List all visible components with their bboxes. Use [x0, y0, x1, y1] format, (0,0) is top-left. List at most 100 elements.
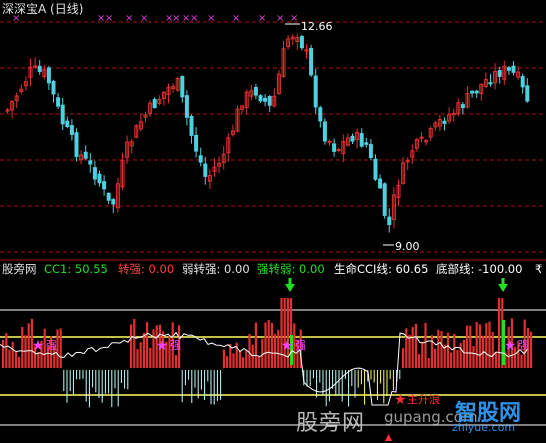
histogram-bar	[21, 326, 24, 368]
down-arrow-stem	[501, 278, 505, 285]
histogram-bar	[421, 341, 424, 368]
histogram-bar	[414, 323, 417, 368]
histogram-bar	[142, 332, 145, 368]
candle-body	[263, 97, 268, 102]
qiang-label: 强	[518, 339, 529, 352]
histogram-bar	[440, 331, 443, 368]
histogram-bar	[8, 349, 11, 368]
candle-body	[497, 70, 502, 77]
histogram-bar	[446, 332, 449, 368]
histogram-bar	[174, 355, 177, 368]
histogram-bar	[264, 322, 267, 368]
histogram-bar	[267, 319, 270, 368]
histogram-bar	[2, 340, 5, 368]
candle-body	[180, 76, 185, 98]
histogram-bar	[405, 328, 408, 368]
star-icon: ★	[156, 338, 169, 354]
signal-x-marker: ×	[258, 13, 266, 24]
histogram-bar	[402, 348, 405, 368]
candle-body	[74, 132, 79, 157]
candle-body	[65, 120, 70, 128]
low-price-label: 9.00	[395, 240, 420, 253]
candle-body	[102, 181, 107, 190]
down-arrow-icon	[285, 284, 295, 292]
signal-x-marker: ×	[207, 13, 215, 24]
histogram-bar	[226, 356, 229, 368]
star-icon: ★	[281, 338, 294, 354]
candle-body	[83, 151, 88, 159]
indicator-bar: 股旁网 CC1: 50.55 转强: 0.00 弱转强: 0.00 强转弱: 0…	[0, 262, 546, 276]
candle-body	[382, 183, 387, 216]
histogram-bar	[430, 335, 433, 368]
histogram-bar	[59, 328, 62, 368]
star-icon: ★	[32, 338, 45, 354]
more-indicator[interactable]: ₹	[535, 262, 542, 276]
histogram-bar	[146, 322, 149, 368]
histogram-bar	[411, 327, 414, 368]
cc1-value: CC1: 50.55	[44, 262, 108, 276]
candle-body	[258, 95, 263, 102]
histogram-bar	[270, 322, 273, 368]
histogram-bar	[130, 324, 133, 368]
candle-body	[37, 65, 42, 73]
histogram-bar	[462, 339, 465, 368]
histogram-bar	[283, 298, 286, 368]
histogram-bar	[491, 332, 494, 368]
histogram-bar	[494, 352, 497, 368]
candle-body	[474, 90, 479, 94]
zhuanqiang-value: 转强: 0.00	[118, 262, 175, 276]
watermark-zhiyue: zhiyue.com	[452, 421, 516, 434]
chart-canvas: × × × × × ×× × × × × × × ×12.669.00★ 强 ★ 强 ★ 强 ★ 强★ 主升浪	[0, 13, 546, 441]
red-star-icon: ★	[394, 392, 407, 408]
histogram-bar	[450, 352, 453, 368]
histogram-bar	[277, 329, 280, 368]
histogram-bar	[459, 343, 462, 368]
qiangzhuanruo-value: 强转弱: 0.00	[257, 262, 325, 276]
candle-body	[520, 76, 525, 88]
candle-body	[60, 104, 65, 125]
candle-body	[189, 116, 194, 136]
histogram-bar	[232, 353, 235, 368]
histogram-bar	[238, 351, 241, 368]
candle-body	[309, 47, 314, 76]
candle-body	[106, 192, 111, 201]
down-arrow-icon	[498, 284, 508, 292]
histogram-bar	[5, 333, 8, 368]
ruozhuanqiang-value: 弱转强: 0.00	[182, 262, 250, 276]
histogram-bar	[248, 333, 251, 368]
candle-body	[387, 216, 392, 226]
histogram-bar	[456, 350, 459, 368]
qiang-label: 强	[295, 339, 306, 352]
high-price-label: 12.66	[301, 20, 333, 33]
histogram-bar	[466, 325, 469, 368]
candle-body	[506, 67, 511, 71]
histogram-bar	[520, 354, 523, 368]
signal-x-marker: ×	[140, 13, 148, 24]
candle-body	[313, 75, 318, 108]
candle-body	[460, 104, 465, 109]
up-arrow-icon	[385, 434, 392, 441]
histogram-bar	[11, 341, 14, 368]
candle-body	[322, 121, 327, 142]
histogram-bar	[437, 329, 440, 368]
down-arrow-stem	[288, 278, 292, 285]
candle-body	[511, 65, 516, 73]
histogram-bar	[475, 322, 478, 368]
candle-body	[51, 80, 56, 95]
histogram-bar	[139, 342, 142, 368]
candle-body	[69, 125, 74, 135]
histogram-bar	[434, 348, 437, 368]
candle-body	[364, 142, 369, 145]
qiang-label: 强	[46, 339, 57, 352]
histogram-bar	[37, 351, 40, 368]
histogram-bar	[274, 333, 277, 368]
window-title: 深深宝A (日线)	[2, 2, 84, 16]
candle-body	[359, 133, 364, 147]
candle-body	[373, 158, 378, 180]
candle-body	[299, 36, 304, 49]
candle-body	[46, 67, 51, 84]
candle-body	[488, 82, 493, 85]
histogram-bar	[27, 323, 30, 368]
signal-x-marker: ×	[276, 13, 284, 24]
histogram-bar	[424, 322, 427, 368]
